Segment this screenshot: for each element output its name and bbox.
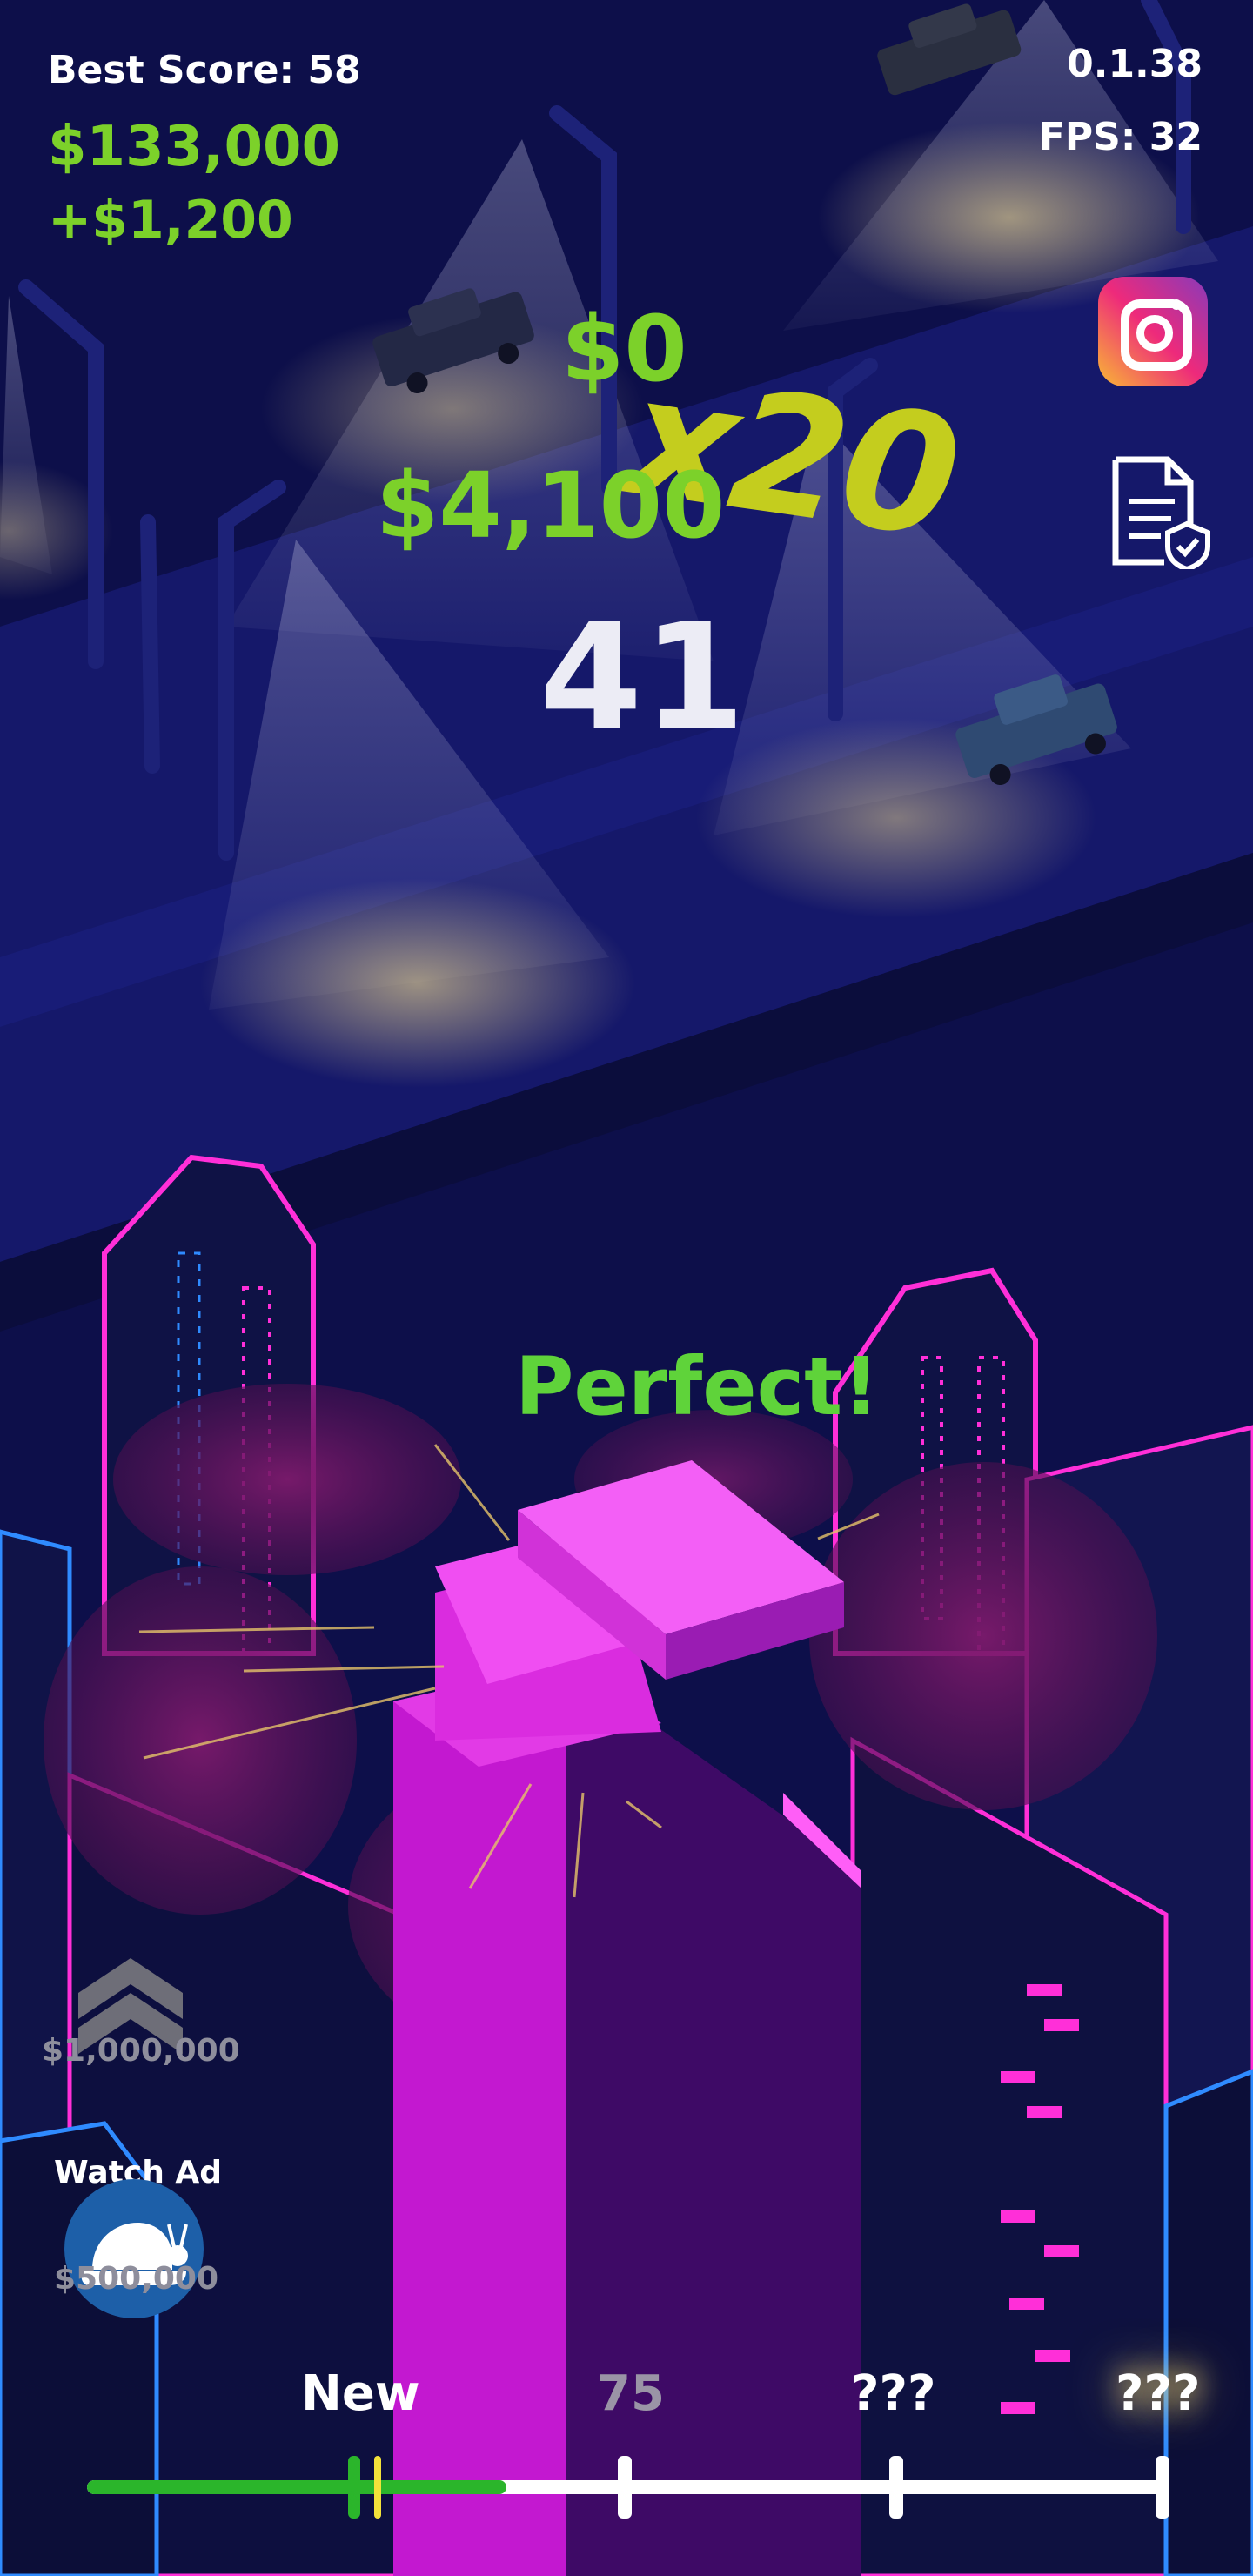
progress-label-locked: ??? <box>1116 2365 1201 2422</box>
instagram-button[interactable] <box>1098 277 1208 386</box>
privacy-document-icon <box>1112 456 1210 573</box>
progress-label-new: New <box>301 2365 420 2422</box>
best-score: Best Score: 58 <box>48 48 361 92</box>
perfect-feedback: Perfect! <box>515 1340 880 1433</box>
slow-motion-price: $500,000 <box>54 2261 219 2297</box>
progress-label-75: 75 <box>597 2365 665 2422</box>
best-progress-marker <box>374 2456 381 2519</box>
fps-counter: FPS: 32 <box>1038 115 1203 159</box>
privacy-policy-button[interactable] <box>1110 456 1213 573</box>
money-delta: +$1,200 <box>48 190 293 251</box>
progress-fill <box>87 2480 507 2494</box>
slow-motion-button[interactable] <box>64 2179 204 2318</box>
progress-tick <box>618 2456 632 2519</box>
light-pool <box>200 879 635 1088</box>
tree-cluster <box>113 1384 461 1575</box>
version-label: 0.1.38 <box>1067 42 1203 86</box>
progress-tick <box>889 2456 903 2519</box>
upgrade-price: $1,000,000 <box>42 2033 240 2069</box>
tree-cluster <box>44 1566 357 1915</box>
snail-icon <box>81 2223 188 2285</box>
progress-label-locked: ??? <box>851 2365 936 2422</box>
current-progress-marker <box>348 2456 360 2519</box>
current-score: 41 <box>539 592 746 764</box>
money-balance: $133,000 <box>48 115 341 179</box>
earned-money: $4,100 <box>376 453 726 559</box>
progress-tick <box>1156 2456 1169 2519</box>
tree-cluster <box>809 1462 1157 1810</box>
